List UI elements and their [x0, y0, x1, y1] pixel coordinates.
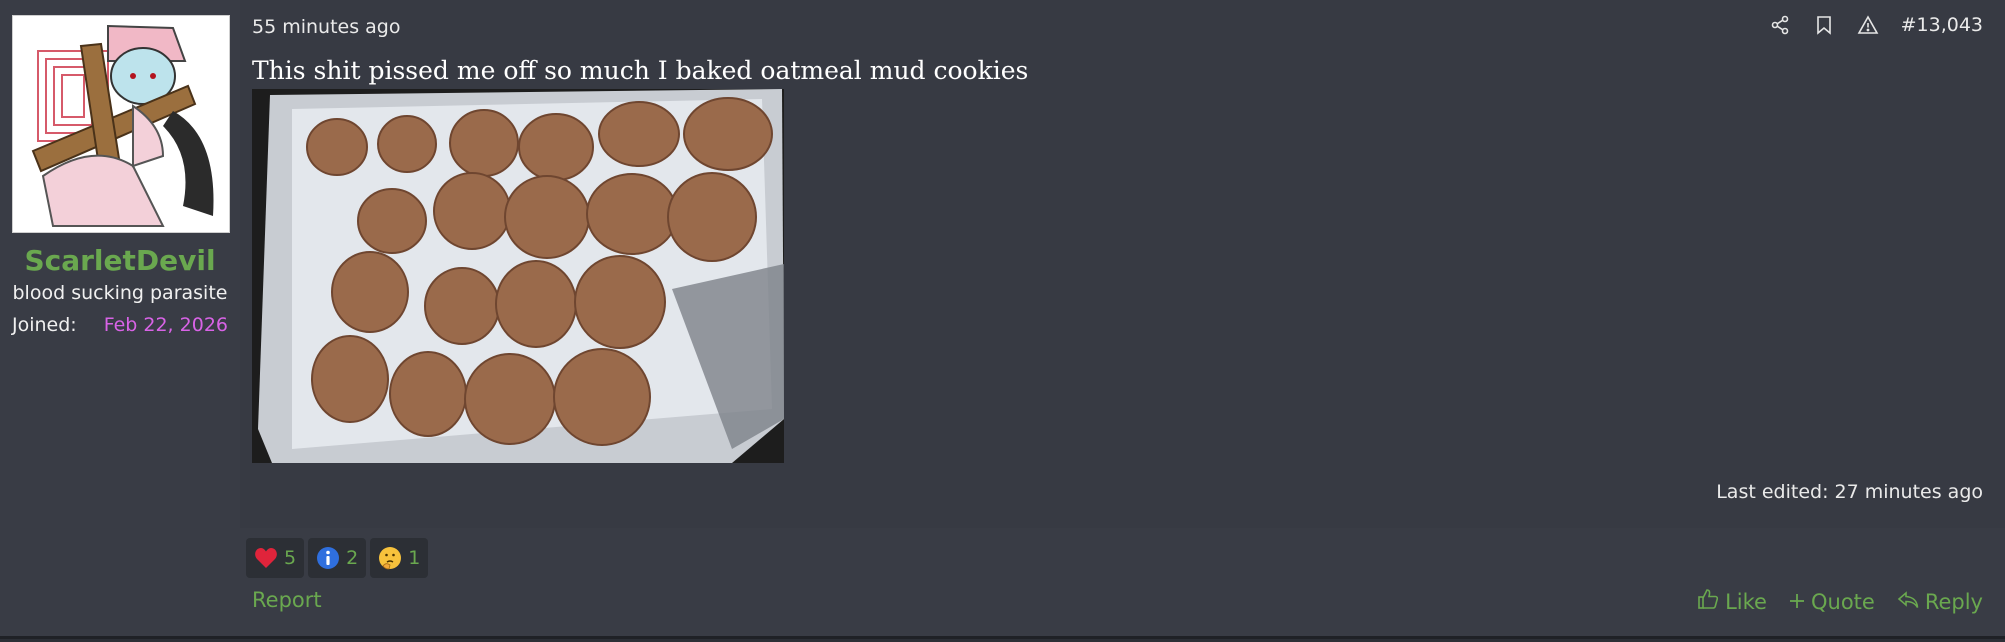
reaction-count: 5 — [284, 547, 297, 569]
user-info: ScarletDevil blood sucking parasite Join… — [0, 0, 240, 636]
avatar[interactable] — [12, 15, 230, 233]
forum-post: ScarletDevil blood sucking parasite Join… — [0, 0, 2005, 639]
report-link[interactable]: Report — [252, 588, 322, 612]
post-footer: 5 2 1 Report Like Quote Reply — [240, 528, 2005, 636]
post-timestamp[interactable]: 55 minutes ago — [252, 16, 401, 38]
reply-icon — [1897, 590, 1919, 614]
quote-button[interactable]: Quote — [1789, 588, 1875, 615]
joined-label: Joined: — [12, 314, 77, 336]
reaction-count: 2 — [346, 547, 359, 569]
reaction-info[interactable]: 2 — [308, 538, 367, 578]
reaction-thinking[interactable]: 1 — [370, 538, 429, 578]
heart-icon — [254, 547, 278, 569]
thinking-face-icon — [378, 546, 402, 570]
bookmark-icon[interactable] — [1813, 14, 1835, 36]
post-body: 55 minutes ago #13,043 This shit pissed … — [240, 0, 2005, 528]
reaction-heart[interactable]: 5 — [246, 538, 305, 578]
reply-button[interactable]: Reply — [1897, 588, 1983, 615]
warning-icon[interactable] — [1857, 14, 1879, 36]
like-button[interactable]: Like — [1697, 588, 1767, 615]
quote-label: Quote — [1810, 589, 1875, 614]
post-number[interactable]: #13,043 — [1901, 14, 1983, 36]
info-icon — [316, 546, 340, 570]
thumbs-up-icon — [1697, 588, 1719, 615]
plus-icon — [1789, 590, 1805, 614]
post-header-actions: #13,043 — [1769, 14, 1983, 36]
post-actions: Like Quote Reply — [1697, 588, 1983, 615]
like-label: Like — [1725, 589, 1767, 614]
user-title: blood sucking parasite — [12, 282, 228, 304]
share-icon[interactable] — [1769, 14, 1791, 36]
reactions-bar: 5 2 1 — [246, 538, 429, 578]
reaction-count: 1 — [408, 547, 421, 569]
username[interactable]: ScarletDevil — [0, 244, 240, 277]
post-message: This shit pissed me off so much I baked … — [252, 56, 1029, 85]
reply-label: Reply — [1924, 589, 1983, 614]
last-edited: Last edited: 27 minutes ago — [1716, 481, 1983, 503]
joined-date: Feb 22, 2026 — [103, 314, 228, 336]
cookies-image[interactable] — [252, 89, 784, 463]
